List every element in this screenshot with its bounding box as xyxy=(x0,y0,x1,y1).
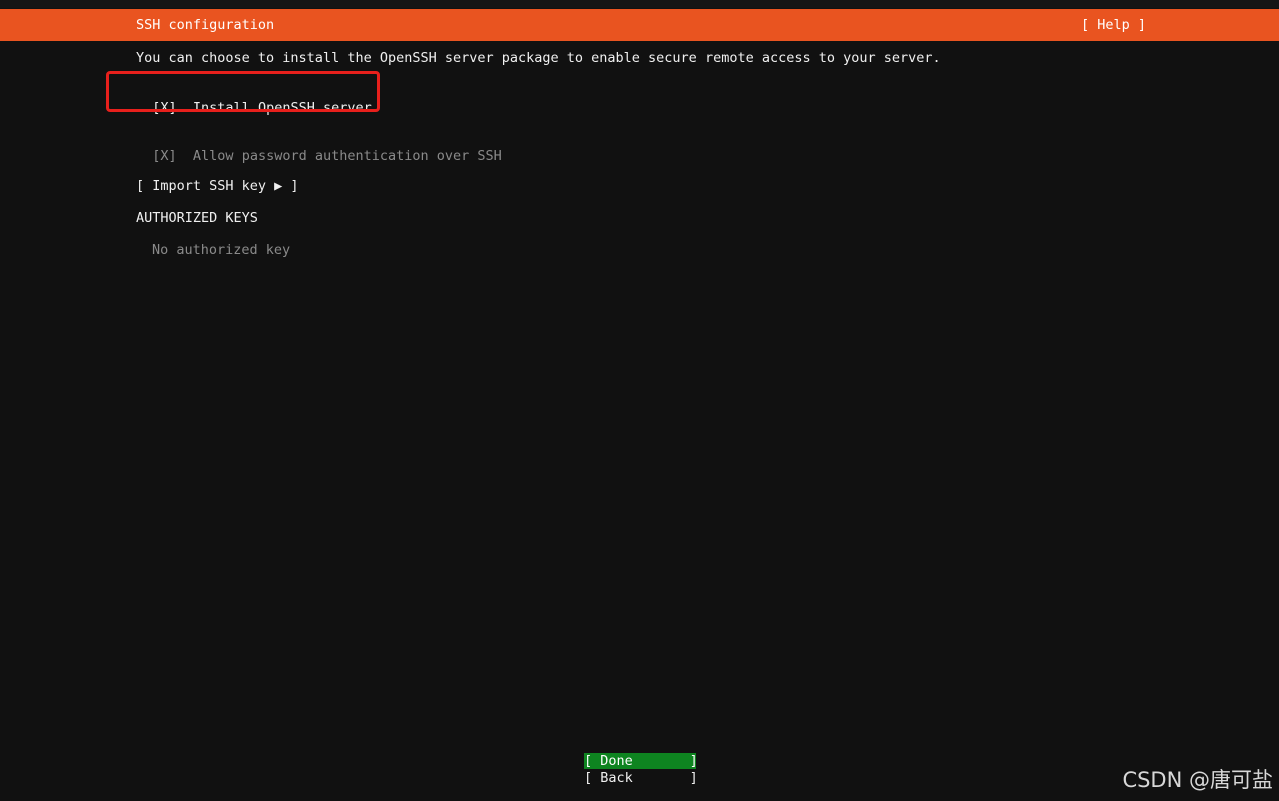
allow-password-checkbox: [X] xyxy=(152,148,177,164)
help-button[interactable]: [ Help ] xyxy=(1081,17,1146,33)
page-title: SSH configuration xyxy=(136,17,275,33)
authorized-keys-heading: AUTHORIZED KEYS xyxy=(136,210,258,226)
back-button[interactable]: [ Back ] xyxy=(584,770,698,786)
watermark: CSDN @唐可盐 xyxy=(1122,768,1273,792)
title-bar: SSH configuration [ Help ] xyxy=(0,9,1279,41)
install-openssh-option[interactable]: [X] Install OpenSSH server xyxy=(136,81,372,117)
description-text: You can choose to install the OpenSSH se… xyxy=(136,50,941,66)
allow-password-option: [X] Allow password authentication over S… xyxy=(136,129,502,165)
top-strip xyxy=(0,0,1279,8)
done-button[interactable]: [ Done ] xyxy=(584,753,698,769)
install-openssh-label: Install OpenSSH server xyxy=(192,100,372,116)
allow-password-label: Allow password authentication over SSH xyxy=(192,148,502,164)
import-ssh-key-button[interactable]: [ Import SSH key ▶ ] xyxy=(136,177,299,195)
no-authorized-key-text: No authorized key xyxy=(152,242,291,258)
install-openssh-checkbox[interactable]: [X] xyxy=(152,100,176,116)
